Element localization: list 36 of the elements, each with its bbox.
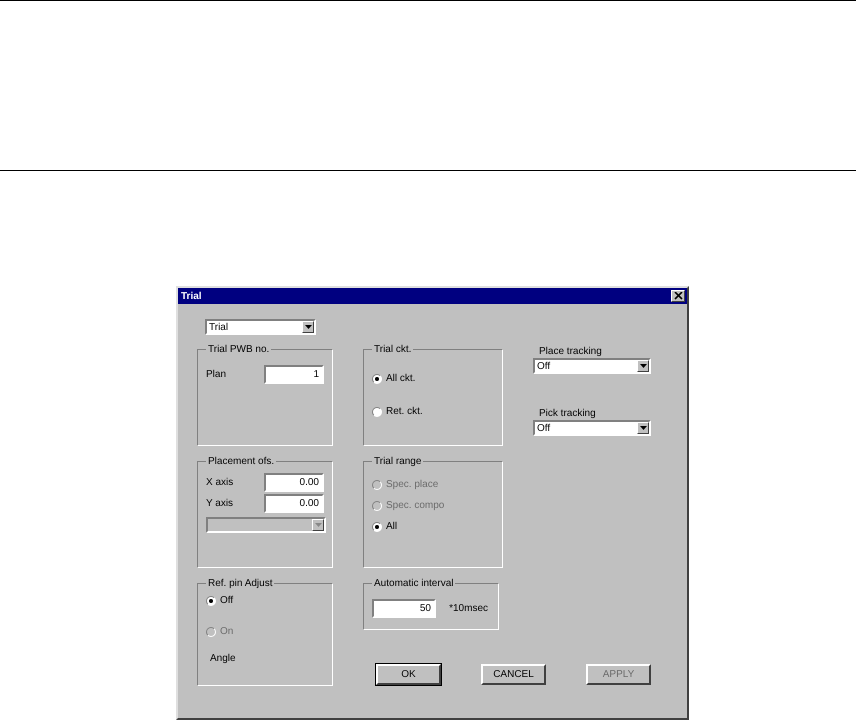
dialog-button[interactable]: CANCEL bbox=[481, 664, 546, 685]
group-title: Trial PWB no. bbox=[207, 344, 270, 355]
radio-label: Off bbox=[220, 595, 234, 606]
radio-label: Ret. ckt. bbox=[386, 406, 423, 417]
group-title: Trial ckt. bbox=[373, 344, 412, 355]
group-title: Trial range bbox=[373, 456, 422, 467]
unit-label: *10msec bbox=[449, 603, 488, 614]
input-field[interactable]: 0.00 bbox=[264, 494, 324, 513]
radio-label: Spec. place bbox=[386, 479, 438, 490]
group-title: Placement ofs. bbox=[207, 456, 276, 467]
place-tracking-dropdown[interactable]: Off bbox=[533, 358, 651, 374]
radio-button[interactable] bbox=[372, 522, 382, 532]
radio-label: All bbox=[386, 521, 398, 532]
pick-tracking-dropdown[interactable]: Off bbox=[533, 420, 651, 436]
group-title: Automatic interval bbox=[373, 578, 454, 589]
input-field[interactable]: 50 bbox=[372, 599, 436, 618]
mode-dropdown[interactable]: Trial bbox=[205, 319, 316, 335]
radio-button[interactable] bbox=[372, 406, 382, 416]
angle-label: Angle bbox=[210, 653, 237, 664]
group-title: Ref. pin Adjust bbox=[207, 578, 274, 589]
field-label: Y axis bbox=[206, 498, 234, 509]
radio-label: Spec. compo bbox=[386, 500, 444, 511]
close-button[interactable] bbox=[671, 290, 685, 302]
field-label: Place tracking bbox=[539, 346, 602, 357]
close-icon bbox=[674, 292, 682, 300]
field-label: X axis bbox=[206, 477, 234, 488]
radio-button[interactable] bbox=[206, 596, 216, 606]
field-label: Pick tracking bbox=[539, 408, 596, 419]
input-field[interactable]: 0.00 bbox=[264, 473, 324, 492]
radio-label: All ckt. bbox=[386, 373, 416, 384]
dialog-button[interactable]: OK bbox=[376, 664, 441, 685]
field-label: Plan bbox=[206, 369, 226, 380]
input-field[interactable]: 1 bbox=[264, 365, 324, 384]
radio-label: On bbox=[220, 626, 234, 637]
radio-button[interactable] bbox=[372, 374, 382, 384]
window-title: Trial bbox=[181, 290, 202, 302]
